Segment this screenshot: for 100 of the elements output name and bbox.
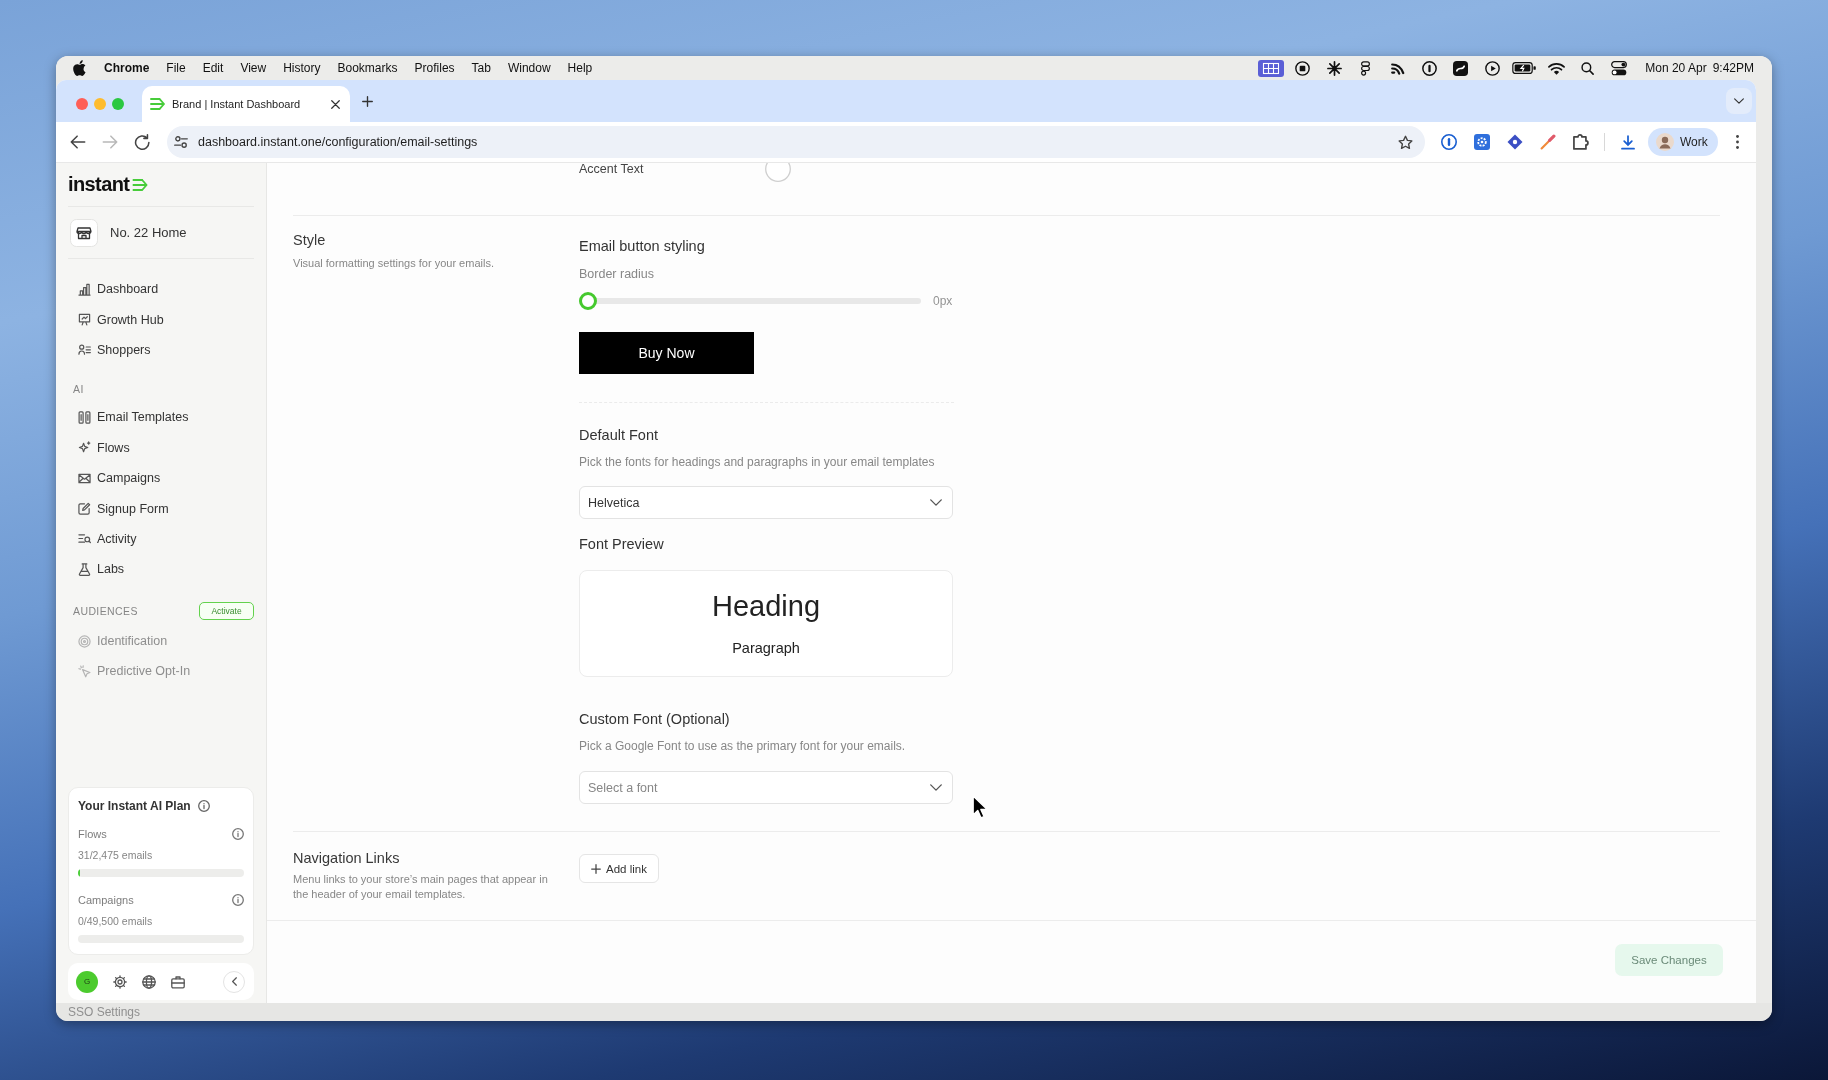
slider-value: 0px [933, 294, 953, 308]
play-circle-icon[interactable] [1485, 60, 1501, 76]
dropper-icon[interactable] [1540, 134, 1556, 150]
nav-item[interactable]: Campaigns [68, 462, 254, 494]
tab-list-button[interactable] [1726, 88, 1752, 114]
plus-icon [591, 863, 602, 874]
grid-tile-icon[interactable] [1257, 59, 1284, 77]
field-title: Default Font [579, 426, 658, 445]
nav-item[interactable]: Growth Hub [68, 304, 254, 335]
sliders-icon[interactable] [174, 136, 188, 148]
nav-item[interactable]: Activity [68, 523, 254, 555]
chevron-down-icon [930, 499, 942, 506]
diamond-icon[interactable] [1507, 134, 1523, 150]
apple-logo-icon[interactable] [73, 60, 86, 76]
toggles-icon[interactable] [1611, 60, 1628, 76]
close-icon[interactable] [331, 99, 340, 109]
field-title: Custom Font (Optional) [579, 710, 730, 729]
gear-tile-icon[interactable] [1474, 134, 1490, 150]
slider-track[interactable] [579, 292, 921, 310]
field-title: Font Preview [579, 535, 664, 554]
app-menu[interactable]: Chrome [104, 61, 150, 75]
flask-icon [78, 562, 91, 576]
menu-item[interactable]: Edit [202, 61, 224, 75]
target-icon [78, 634, 91, 648]
asterisk-icon[interactable] [1326, 60, 1342, 76]
plan-title: Your Instant AI Plan [78, 799, 191, 813]
profile-button[interactable]: Work [1648, 128, 1718, 156]
section-description: Menu links to your store’s main pages that appear in the header of your email templates. [293, 872, 549, 902]
dark-square-icon[interactable] [1453, 60, 1469, 76]
sparkle-icon [78, 441, 91, 455]
section-title: Style [293, 231, 326, 250]
meter-reading: 31/2,475 emails [78, 848, 154, 862]
download-icon[interactable] [1621, 134, 1635, 150]
address-bar[interactable]: dashboard.instant.one/configuration/email-settings [167, 126, 1425, 158]
feed-icon[interactable] [1390, 61, 1405, 75]
user-list-icon [78, 343, 91, 357]
logo-wordmark: instant [68, 173, 130, 196]
back-arrow-icon[interactable] [70, 135, 86, 149]
section-description: Visual formatting settings for your emails. [293, 256, 494, 270]
slider-thumb[interactable] [579, 292, 597, 310]
nav-item[interactable]: Signup Form [68, 493, 254, 524]
meter-reading: 0/49,500 emails [78, 914, 154, 928]
avatar-icon [1656, 133, 1674, 151]
pointer-click-icon [78, 665, 91, 678]
store-switcher[interactable]: No. 22 Home [68, 207, 254, 259]
circle-bar-icon[interactable] [1421, 60, 1437, 76]
font-select[interactable]: Helvetica [579, 486, 953, 519]
activate-button[interactable]: Activate [199, 601, 254, 620]
edit-icon [78, 502, 91, 516]
reload-icon[interactable] [134, 134, 150, 150]
menu-bar-time: 9:42PM [1712, 61, 1754, 75]
preview-paragraph: Paragraph [732, 639, 800, 657]
stacked-shapes-icon[interactable] [1361, 60, 1371, 76]
columns-icon [78, 410, 91, 424]
nav-item[interactable]: Dashboard [68, 274, 254, 305]
mouse-pointer-icon [972, 795, 989, 819]
color-swatch-icon[interactable] [765, 163, 791, 182]
menu-item[interactable]: View [240, 61, 267, 75]
button-preview: Buy Now [579, 332, 754, 374]
menu-item[interactable]: File [166, 61, 186, 75]
battery-icon[interactable] [1512, 62, 1537, 74]
menu-item[interactable]: Profiles [414, 61, 455, 75]
menu-item[interactable]: Help [567, 61, 593, 75]
star-icon[interactable] [1398, 134, 1413, 150]
field-title: Email button styling [579, 237, 705, 256]
nav-item[interactable]: Labs [68, 554, 254, 585]
globe-icon[interactable] [142, 974, 156, 989]
stop-circle-icon[interactable] [1295, 60, 1311, 76]
info-icon[interactable] [232, 828, 244, 840]
meter-label: Campaigns [78, 894, 134, 906]
collapse-button[interactable] [223, 970, 245, 993]
menu-item[interactable]: History [283, 61, 321, 75]
menu-item[interactable]: Bookmarks [337, 61, 398, 75]
nav-item[interactable]: Email Templates [68, 402, 254, 433]
chevron-down-icon [1734, 98, 1744, 104]
kebab-menu-icon[interactable] [1735, 135, 1739, 149]
add-link-button[interactable]: Add link [579, 854, 659, 883]
arrow-lines-icon [150, 98, 165, 110]
store-icon [70, 218, 98, 247]
chevron-down-icon [930, 784, 942, 791]
info-icon[interactable] [197, 800, 210, 812]
field-description: Pick the fonts for headings and paragraphs in your email templates [579, 454, 935, 470]
menu-item[interactable]: Tab [471, 61, 491, 75]
nav-item[interactable]: Shoppers [68, 334, 254, 366]
account-avatar[interactable]: G [76, 970, 98, 993]
nav-item[interactable]: Flows [68, 432, 254, 463]
wifi-icon[interactable] [1547, 61, 1565, 75]
section-heading: AI [73, 383, 84, 396]
gear-icon[interactable] [113, 974, 127, 989]
puzzle-icon[interactable] [1573, 134, 1589, 150]
briefcase-icon[interactable] [171, 974, 185, 989]
plus-icon[interactable] [362, 95, 373, 107]
font-select[interactable]: Select a font [579, 771, 953, 804]
info-icon[interactable] [232, 894, 244, 906]
search-icon[interactable] [1581, 61, 1595, 75]
bar-chart-icon [78, 282, 91, 296]
field-label: Accent Text [579, 163, 645, 176]
menu-bar-date: Mon 20 Apr [1645, 61, 1707, 75]
menu-item[interactable]: Window [507, 61, 551, 75]
browser-tab[interactable]: Brand | Instant Dashboard [142, 86, 350, 122]
